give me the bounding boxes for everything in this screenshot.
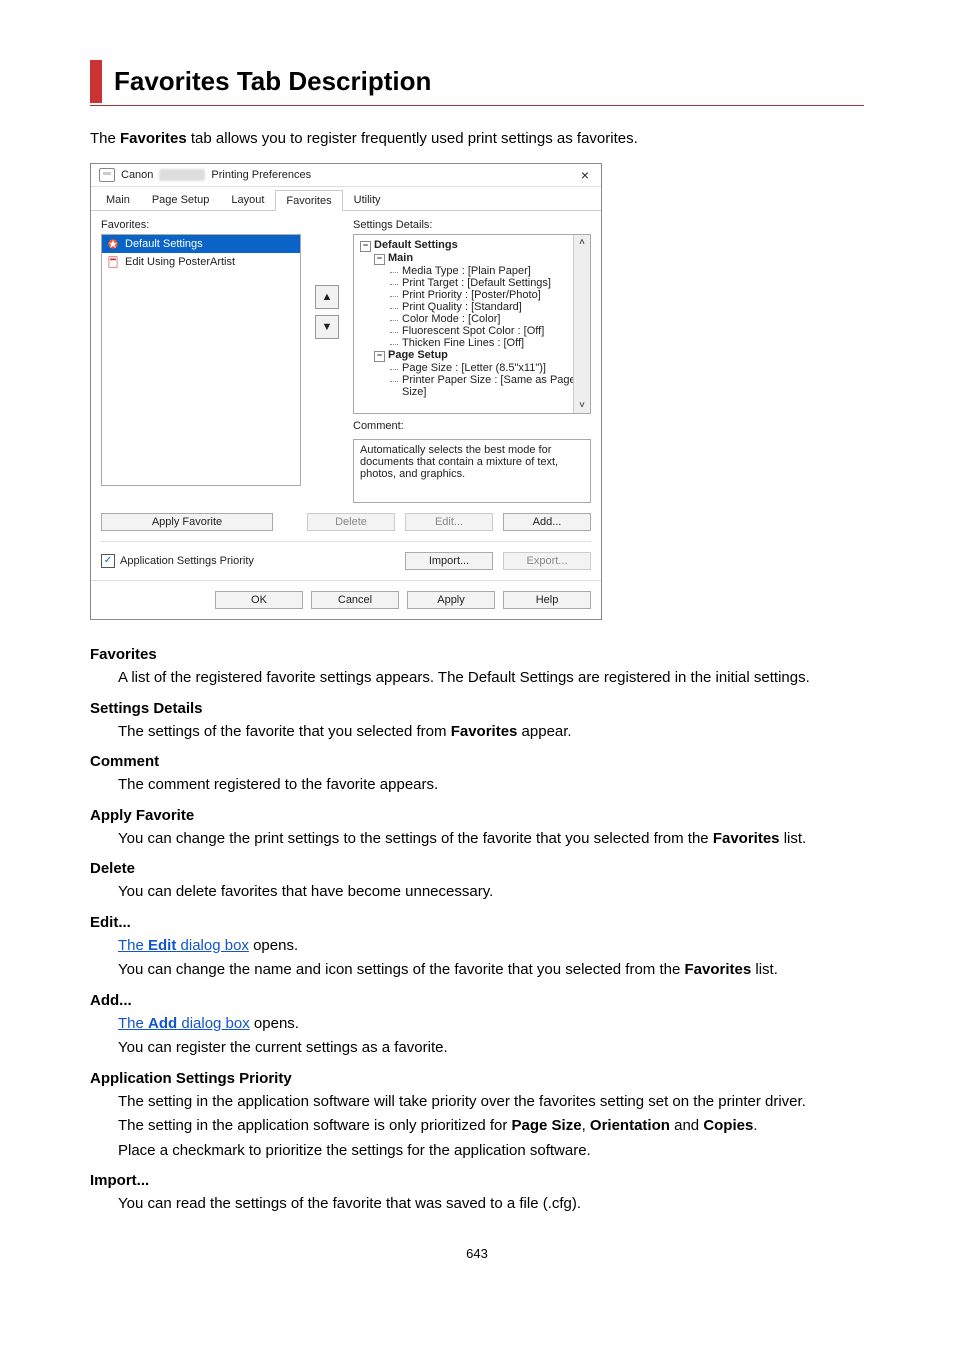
dialog-titlebar: Canon Printing Preferences ×: [91, 164, 601, 187]
desc-edit: The Edit dialog box opens. You can chang…: [118, 935, 864, 982]
dialog-title-suffix: Printing Preferences: [211, 169, 311, 181]
export-button[interactable]: Export...: [503, 552, 591, 570]
collapse-icon[interactable]: −: [374, 254, 385, 265]
tree-leaf: Print Priority : [Poster/Photo]: [374, 289, 584, 301]
close-icon[interactable]: ×: [577, 168, 593, 182]
tab-utility[interactable]: Utility: [343, 189, 392, 210]
favorites-item-default[interactable]: Default Settings: [102, 235, 300, 253]
add-button[interactable]: Add...: [503, 513, 591, 531]
import-button[interactable]: Import...: [405, 552, 493, 570]
reorder-buttons: ▲ ▼: [315, 285, 339, 503]
favorites-list-label: Favorites:: [101, 219, 301, 231]
tree-root[interactable]: −Default Settings: [360, 239, 584, 252]
tree-leaf: Page Size : [Letter (8.5"x11")]: [374, 362, 584, 374]
move-down-button[interactable]: ▼: [315, 315, 339, 339]
printer-icon: [99, 168, 115, 182]
help-button[interactable]: Help: [503, 591, 591, 609]
star-icon: [106, 237, 120, 251]
term-edit: Edit...: [90, 914, 864, 931]
arrow-down-icon: ▼: [322, 321, 333, 333]
collapse-icon[interactable]: −: [360, 241, 371, 252]
app-settings-priority-checkbox[interactable]: ✓ Application Settings Priority: [101, 554, 254, 568]
add-dialog-link[interactable]: The Add dialog box: [118, 1015, 250, 1032]
term-delete: Delete: [90, 860, 864, 877]
tree-group-main[interactable]: −Main: [374, 252, 584, 265]
desc-import: You can read the settings of the favorit…: [118, 1193, 864, 1216]
term-import: Import...: [90, 1172, 864, 1189]
tree-leaf: Print Target : [Default Settings]: [374, 277, 584, 289]
ok-button[interactable]: OK: [215, 591, 303, 609]
tree-scrollbar[interactable]: ˄ ˅: [573, 235, 590, 413]
tree-leaf: Fluorescent Spot Color : [Off]: [374, 325, 584, 337]
move-up-button[interactable]: ▲: [315, 285, 339, 309]
term-settings-details: Settings Details: [90, 700, 864, 717]
dialog-brand: Canon: [121, 169, 153, 181]
settings-details-tree[interactable]: −Default Settings −Main Media Type : [Pl…: [353, 234, 591, 414]
desc-favorites: A list of the registered favorite settin…: [118, 667, 864, 690]
scroll-down-icon[interactable]: ˅: [579, 398, 585, 413]
dialog-footer: OK Cancel Apply Help: [91, 580, 601, 619]
page-heading-bar: Favorites Tab Description: [90, 60, 864, 106]
tree-leaf: Color Mode : [Color]: [374, 313, 584, 325]
desc-settings-details: The settings of the favorite that you se…: [118, 721, 864, 744]
tree-leaf: Media Type : [Plain Paper]: [374, 265, 584, 277]
favorites-item-label: Default Settings: [125, 238, 203, 250]
definitions: Favorites A list of the registered favor…: [90, 646, 864, 1216]
checkbox-icon: ✓: [101, 554, 115, 568]
settings-details-label: Settings Details:: [353, 219, 591, 231]
comment-box: Automatically selects the best mode for …: [353, 439, 591, 503]
scroll-up-icon[interactable]: ˄: [579, 235, 585, 250]
page-number: 643: [90, 1246, 864, 1261]
tree-leaf: Printer Paper Size : [Same as Page Size]: [374, 374, 584, 398]
desc-delete: You can delete favorites that have becom…: [118, 881, 864, 904]
comment-label: Comment:: [353, 420, 591, 432]
tab-page-setup[interactable]: Page Setup: [141, 189, 221, 210]
doc-icon: [106, 255, 120, 269]
tab-layout[interactable]: Layout: [220, 189, 275, 210]
favorites-item-label: Edit Using PosterArtist: [125, 256, 235, 268]
term-comment: Comment: [90, 753, 864, 770]
cancel-button[interactable]: Cancel: [311, 591, 399, 609]
term-app-priority: Application Settings Priority: [90, 1070, 864, 1087]
tab-favorites[interactable]: Favorites: [275, 190, 342, 211]
comment-text: Automatically selects the best mode for …: [360, 444, 558, 480]
term-apply-favorite: Apply Favorite: [90, 807, 864, 824]
apply-favorite-button[interactable]: Apply Favorite: [101, 513, 273, 531]
arrow-up-icon: ▲: [322, 291, 333, 303]
collapse-icon[interactable]: −: [374, 351, 385, 362]
favorites-item-posterartist[interactable]: Edit Using PosterArtist: [102, 253, 300, 271]
edit-dialog-link[interactable]: The Edit dialog box: [118, 937, 249, 954]
delete-button[interactable]: Delete: [307, 513, 395, 531]
intro-text: The Favorites tab allows you to register…: [90, 130, 864, 147]
apply-button[interactable]: Apply: [407, 591, 495, 609]
desc-comment: The comment registered to the favorite a…: [118, 774, 864, 797]
term-favorites: Favorites: [90, 646, 864, 663]
redacted-model: [159, 169, 205, 181]
tree-leaf: Thicken Fine Lines : [Off]: [374, 337, 584, 349]
desc-add: The Add dialog box opens. You can regist…: [118, 1013, 864, 1060]
term-add: Add...: [90, 992, 864, 1009]
printing-preferences-dialog: Canon Printing Preferences × Main Page S…: [90, 163, 602, 620]
desc-apply-favorite: You can change the print settings to the…: [118, 828, 864, 851]
tree-group-page-setup[interactable]: −Page Setup: [374, 349, 584, 362]
tree-leaf: Print Quality : [Standard]: [374, 301, 584, 313]
page-heading: Favorites Tab Description: [90, 60, 864, 103]
tab-main[interactable]: Main: [95, 189, 141, 210]
desc-app-priority: The setting in the application software …: [118, 1091, 864, 1163]
favorites-list[interactable]: Default Settings Edit Using PosterArtist: [101, 234, 301, 486]
checkbox-label: Application Settings Priority: [120, 555, 254, 567]
edit-button[interactable]: Edit...: [405, 513, 493, 531]
dialog-tabstrip: Main Page Setup Layout Favorites Utility: [91, 187, 601, 211]
